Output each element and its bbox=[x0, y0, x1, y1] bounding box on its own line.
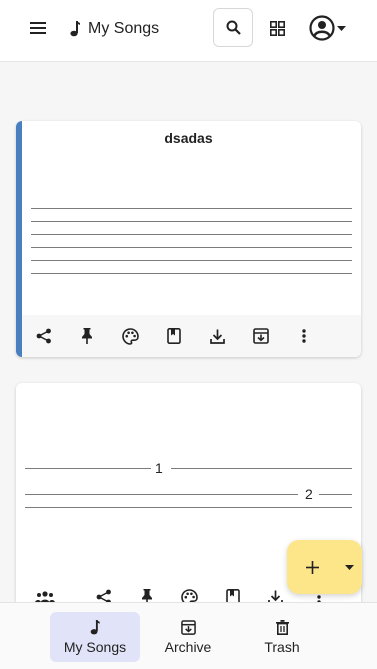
pin-button[interactable] bbox=[65, 315, 108, 357]
palette-icon bbox=[122, 327, 139, 345]
nav-item-archive[interactable]: Archive bbox=[143, 612, 233, 662]
nav-label: Trash bbox=[264, 638, 300, 655]
staff-line bbox=[31, 247, 352, 248]
staff-line bbox=[31, 208, 352, 209]
archive-button[interactable] bbox=[239, 315, 282, 357]
trash-icon bbox=[275, 619, 289, 635]
grid-view-button[interactable] bbox=[263, 14, 291, 42]
bottom-navigation: My Songs Archive Trash bbox=[0, 602, 377, 669]
measure-label: 1 bbox=[155, 460, 163, 476]
new-song-fab bbox=[287, 540, 362, 594]
nav-item-trash[interactable]: Trash bbox=[237, 612, 327, 662]
staff-line bbox=[319, 494, 352, 495]
more-vert-icon bbox=[302, 329, 306, 343]
hamburger-menu-icon[interactable] bbox=[22, 13, 54, 43]
caret-down-icon bbox=[345, 564, 354, 570]
music-note-icon bbox=[70, 21, 80, 37]
bookmark-icon bbox=[167, 328, 181, 344]
staff-line bbox=[31, 234, 352, 235]
archive-icon bbox=[252, 328, 269, 344]
measure-label: 2 bbox=[305, 486, 313, 502]
staff-line bbox=[25, 507, 352, 508]
card-toolbar bbox=[22, 315, 361, 357]
download-icon bbox=[209, 329, 225, 344]
staff-line bbox=[31, 221, 352, 222]
account-circle-icon bbox=[309, 15, 335, 41]
music-note-icon bbox=[90, 619, 100, 635]
staff-line bbox=[171, 468, 352, 469]
song-card[interactable]: dsadas bbox=[16, 121, 361, 357]
staff-line bbox=[25, 468, 151, 469]
nav-item-my-songs[interactable]: My Songs bbox=[50, 612, 140, 662]
more-options-button[interactable] bbox=[282, 315, 325, 357]
staff-line bbox=[25, 494, 298, 495]
pin-icon bbox=[81, 328, 93, 344]
download-button[interactable] bbox=[196, 315, 239, 357]
archive-icon bbox=[180, 619, 196, 635]
grid-view-icon bbox=[269, 20, 285, 36]
add-options-button[interactable] bbox=[337, 540, 362, 594]
song-title: dsadas bbox=[164, 130, 213, 146]
search-button[interactable] bbox=[213, 8, 253, 47]
plus-icon bbox=[305, 560, 319, 574]
staff-line bbox=[31, 273, 352, 274]
bookmark-button[interactable] bbox=[152, 315, 195, 357]
app-bar: My Songs bbox=[0, 0, 377, 62]
nav-label: My Songs bbox=[63, 638, 127, 655]
nav-label: Archive bbox=[164, 638, 212, 655]
caret-down-icon bbox=[337, 25, 346, 31]
share-button[interactable] bbox=[22, 315, 65, 357]
page-title: My Songs bbox=[88, 20, 160, 37]
share-icon bbox=[36, 328, 52, 344]
account-menu-button[interactable] bbox=[309, 12, 353, 44]
add-song-button[interactable] bbox=[287, 540, 337, 594]
palette-button[interactable] bbox=[109, 315, 152, 357]
app-title[interactable]: My Songs bbox=[70, 16, 159, 42]
search-icon bbox=[226, 20, 241, 35]
staff-line bbox=[31, 260, 352, 261]
